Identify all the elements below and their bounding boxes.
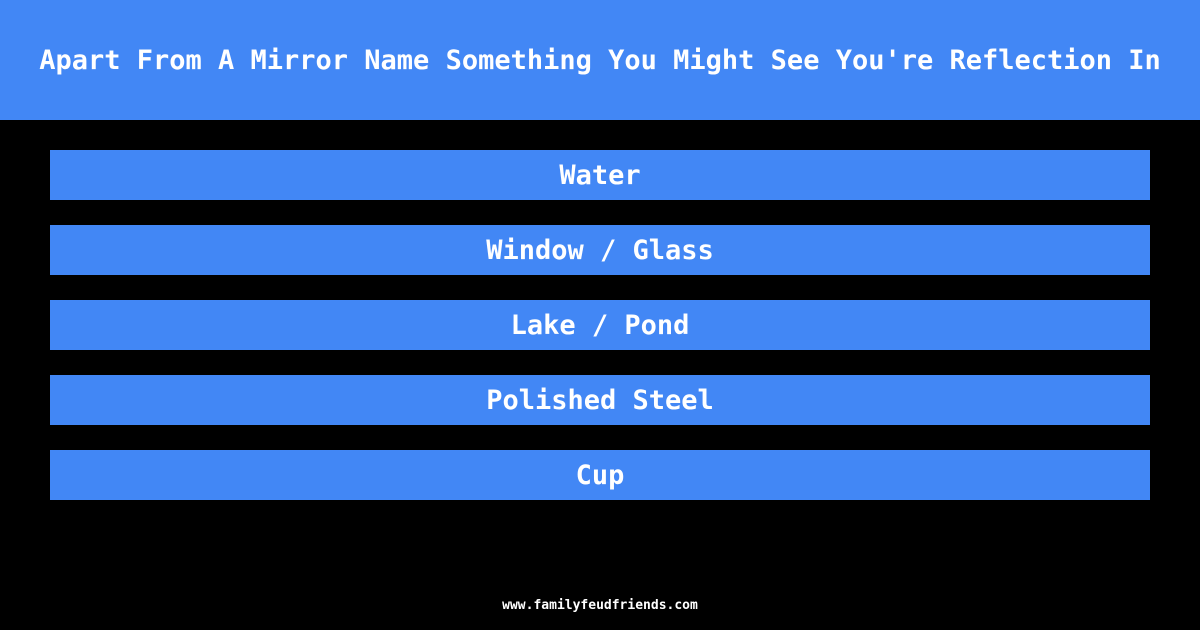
answer-label: Cup bbox=[575, 459, 625, 491]
answer-bar: Water bbox=[50, 150, 1150, 200]
answer-bar: Polished Steel bbox=[50, 375, 1150, 425]
question-text: Apart From A Mirror Name Something You M… bbox=[39, 44, 1161, 76]
answer-bar: Window / Glass bbox=[50, 225, 1150, 275]
answer-label: Window / Glass bbox=[486, 234, 714, 266]
site-url: www.familyfeudfriends.com bbox=[502, 598, 698, 613]
answer-label: Polished Steel bbox=[486, 384, 714, 416]
answer-bar: Lake / Pond bbox=[50, 300, 1150, 350]
answer-label: Lake / Pond bbox=[510, 309, 690, 341]
answer-label: Water bbox=[559, 159, 641, 191]
question-header: Apart From A Mirror Name Something You M… bbox=[0, 0, 1200, 120]
answer-bar: Cup bbox=[50, 450, 1150, 500]
